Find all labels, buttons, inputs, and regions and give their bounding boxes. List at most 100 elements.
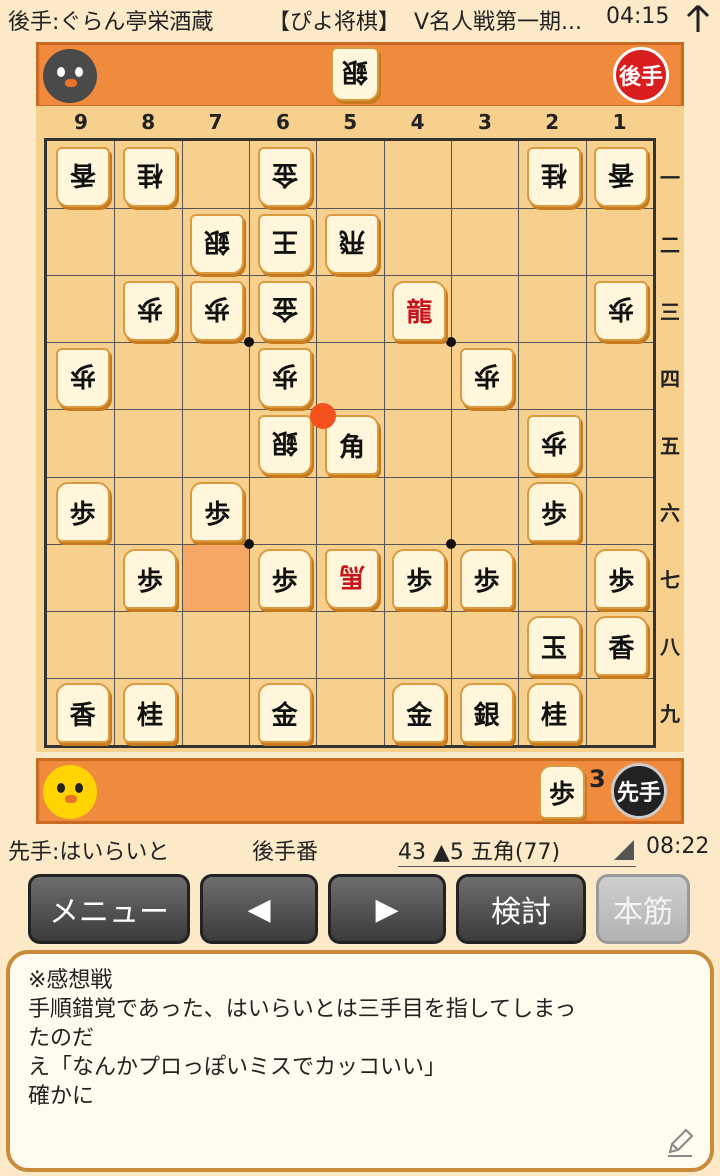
yellow-chick-icon [43, 765, 97, 819]
left-triangle-icon: ◀ [247, 891, 271, 927]
review-button[interactable]: 検討 [456, 874, 586, 944]
gote-piece[interactable]: 王 [257, 213, 312, 274]
gote-piece[interactable]: 金 [257, 280, 312, 341]
gote-piece[interactable]: 馬 [325, 549, 379, 610]
dropdown-triangle-icon[interactable] [612, 838, 636, 862]
sente-piece[interactable]: 金 [257, 683, 312, 744]
grid-line [47, 476, 653, 478]
menu-button[interactable]: メニュー [28, 874, 190, 944]
file-label: 5 [343, 110, 358, 134]
gote-piece[interactable]: 桂 [123, 146, 177, 207]
up-arrow-icon[interactable] [684, 4, 712, 34]
file-label: 6 [275, 110, 290, 134]
gote-piece[interactable]: 歩 [55, 347, 110, 408]
grid-line [518, 141, 520, 745]
grid-line [316, 141, 318, 745]
grid-line [47, 208, 653, 210]
comment-box[interactable]: ※感想戦 手順錯覚であった、はいらいとは三手目を指してしまっ たのだ え「なんか… [6, 950, 714, 1172]
shogi-board: 香桂金桂香銀王飛歩歩金龍歩歩歩歩銀角歩歩歩歩歩歩馬歩歩歩玉香香桂金金銀桂 987… [36, 106, 684, 752]
gote-piece[interactable]: 歩 [123, 280, 177, 341]
rank-label: 九 [660, 702, 680, 727]
grid-line [47, 610, 653, 612]
gote-piece[interactable]: 銀 [190, 213, 245, 274]
gote-badge: 後手 [613, 47, 669, 103]
sente-piece[interactable]: 香 [55, 683, 110, 744]
sente-hand-bar: 歩 3 先手 [36, 758, 684, 824]
app-name: 【ぴよ将棋】 [268, 10, 401, 35]
star-point [244, 337, 254, 348]
sente-piece[interactable]: 歩 [392, 549, 447, 610]
sente-piece[interactable]: 桂 [527, 683, 581, 744]
sente-piece[interactable]: 歩 [594, 549, 649, 610]
pencil-icon[interactable] [664, 1126, 696, 1158]
comment-line: ※感想戦 [28, 968, 113, 993]
sente-piece[interactable]: 歩 [123, 549, 177, 610]
sente-piece[interactable]: 金 [392, 683, 447, 744]
star-point [446, 337, 456, 348]
last-move-highlight [182, 544, 249, 611]
prev-move-button[interactable]: ◀ [200, 874, 318, 944]
sente-piece[interactable]: 桂 [123, 683, 177, 744]
sente-piece[interactable]: 歩 [55, 482, 110, 543]
sente-piece[interactable]: 龍 [392, 280, 447, 341]
clock: 08:22 [646, 834, 710, 859]
sente-piece[interactable]: 歩 [257, 549, 312, 610]
grid-line [47, 275, 653, 277]
file-label: 9 [73, 110, 88, 134]
grid-line [249, 141, 250, 745]
grid-line [47, 677, 653, 679]
status-line: 先手:はいらいと 後手番 43 ▲5 五角(77) 08:22 [0, 828, 720, 868]
sente-piece[interactable]: 玉 [527, 616, 581, 677]
sente-piece[interactable]: 香 [594, 616, 649, 677]
rank-label: 六 [660, 501, 680, 526]
gote-piece[interactable]: 桂 [527, 146, 581, 207]
rank-label: 二 [660, 232, 680, 257]
gote-piece[interactable]: 歩 [527, 415, 581, 475]
file-label: 1 [612, 110, 627, 134]
rank-label: 三 [660, 299, 680, 324]
mainline-button[interactable]: 本筋 [596, 874, 690, 944]
next-move-button[interactable]: ▶ [328, 874, 446, 944]
file-label: 3 [477, 110, 492, 134]
top-bar: 後手:ぐらん亭栄酒蔵 【ぴよ将棋】 V名人戦第一期... 04:15 [0, 0, 720, 40]
gote-piece[interactable]: 歩 [257, 347, 312, 408]
gote-hand-bar: 銀 後手 [36, 42, 684, 108]
gote-hand-piece[interactable]: 銀 [331, 47, 379, 101]
file-label: 2 [545, 110, 560, 134]
board-grid[interactable]: 香桂金桂香銀王飛歩歩金龍歩歩歩歩銀角歩歩歩歩歩歩馬歩歩歩玉香香桂金金銀桂 [44, 138, 656, 748]
grid-line [181, 141, 183, 745]
grid-line [383, 141, 385, 745]
gote-piece[interactable]: 銀 [257, 415, 312, 475]
sente-player-info: 先手:はいらいと [8, 840, 170, 865]
sente-badge: 先手 [611, 763, 667, 819]
grid-line [47, 543, 653, 545]
rank-label: 七 [660, 568, 680, 593]
sente-piece[interactable]: 歩 [190, 482, 245, 543]
grid-line [47, 342, 653, 344]
sente-piece[interactable]: 銀 [459, 683, 514, 744]
gote-piece[interactable]: 香 [594, 146, 649, 207]
file-label: 7 [208, 110, 223, 134]
gote-piece[interactable]: 歩 [594, 280, 649, 341]
black-chick-icon [43, 49, 97, 103]
grid-line [47, 409, 653, 411]
sente-piece[interactable]: 歩 [459, 549, 514, 610]
sente-piece[interactable]: 歩 [527, 482, 581, 543]
gote-piece[interactable]: 金 [257, 146, 312, 207]
elapsed-time: 04:15 [606, 4, 670, 29]
file-label: 8 [141, 110, 156, 134]
rank-label: 五 [660, 434, 680, 458]
grid-line [585, 141, 587, 745]
comment-line: え「なんかプロっぽいミスでカッコいい」 [28, 1055, 447, 1080]
gote-piece[interactable]: 香 [55, 146, 110, 207]
event-name: V名人戦第一期... [414, 10, 583, 35]
sente-hand-piece[interactable]: 歩 [539, 765, 585, 819]
gote-piece[interactable]: 歩 [459, 347, 514, 408]
move-notation[interactable]: 43 ▲5 五角(77) [398, 834, 636, 867]
rank-label: 一 [660, 165, 680, 190]
gote-piece[interactable]: 歩 [190, 280, 245, 341]
gote-piece[interactable]: 飛 [325, 213, 379, 274]
grid-line [451, 141, 452, 745]
file-label: 4 [410, 110, 425, 134]
grid-line [114, 141, 116, 745]
